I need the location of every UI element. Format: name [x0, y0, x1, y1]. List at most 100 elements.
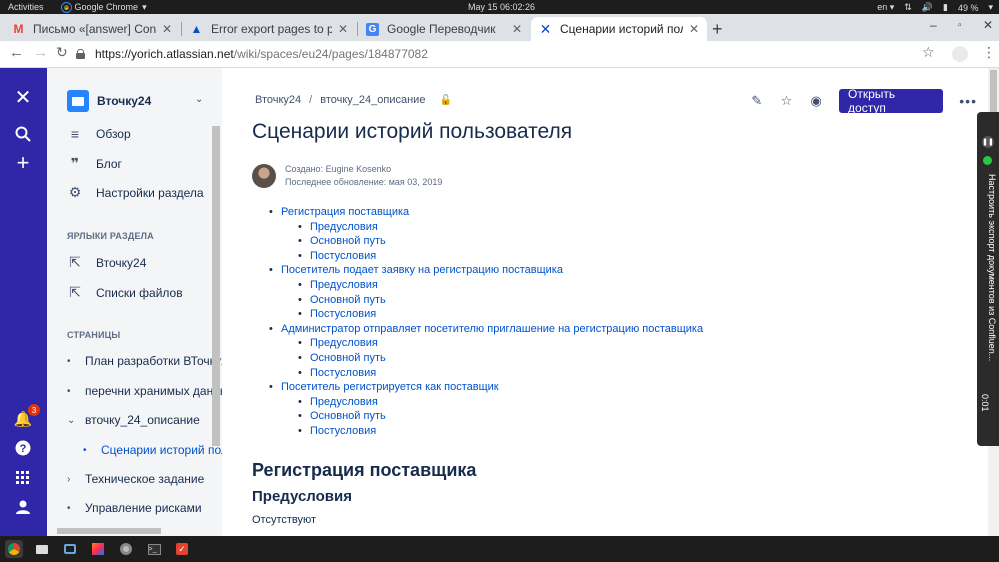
- star-icon[interactable]: ☆: [780, 93, 794, 109]
- sidebar-item-label: Блог: [96, 156, 122, 171]
- recording-indicator: [983, 156, 992, 165]
- toc-link[interactable]: Основной путь: [281, 293, 703, 308]
- breadcrumb-parent[interactable]: вточку_24_описание: [320, 94, 425, 106]
- tab-user-stories[interactable]: ✕ Сценарии историй польз ✕: [531, 17, 707, 41]
- toc-link[interactable]: Основной путь: [281, 234, 703, 249]
- sidebar-item-space-settings[interactable]: ⚙ Настройки раздела: [67, 184, 204, 201]
- bookmark-star-icon[interactable]: ☆: [922, 44, 935, 61]
- watch-eye-icon[interactable]: ◉: [809, 93, 823, 109]
- more-actions-icon[interactable]: •••: [959, 93, 977, 109]
- page-byline: Создано: Eugine Kosenko Последнее обновл…: [252, 163, 442, 189]
- shortcut-vtochku24[interactable]: ⇱ Вточку24: [67, 254, 146, 271]
- help-icon[interactable]: ?: [12, 437, 34, 459]
- close-icon[interactable]: ✕: [689, 22, 699, 36]
- tab-error-export[interactable]: ▲ Error export pages to pdf ✕: [182, 17, 356, 41]
- tab-google-translate[interactable]: G Google Переводчик ✕: [358, 17, 530, 41]
- toc-link[interactable]: Посетитель регистрируется как поставщик: [269, 380, 703, 395]
- toc-link[interactable]: Регистрация поставщика: [269, 205, 703, 220]
- space-sidebar: Вточку24 ⌄ ≡ Обзор ❞ Блог ⚙ Настройки ра…: [47, 68, 222, 536]
- share-button[interactable]: Открыть доступ: [839, 87, 944, 115]
- page-tree-item[interactable]: • Управление рисками: [67, 501, 202, 515]
- keyboard-layout[interactable]: en ▾: [877, 2, 894, 13]
- page-tree-item[interactable]: • План разработки ВТочку24: [67, 354, 222, 368]
- user-profile-icon[interactable]: [12, 496, 34, 518]
- page-tree-item[interactable]: › Техническое задание: [67, 472, 204, 486]
- last-updated[interactable]: Последнее обновление: мая 03, 2019: [285, 176, 442, 189]
- toc-link[interactable]: Постусловия: [281, 424, 703, 439]
- browser-toolbar: ← → ↻ https://yorich.atlassian.net/wiki/…: [0, 41, 999, 68]
- chevron-down-icon[interactable]: ⌄: [195, 94, 203, 105]
- edit-pencil-icon[interactable]: ✎: [750, 93, 764, 109]
- sidebar-item-blog[interactable]: ❞ Блог: [67, 155, 122, 172]
- intellij-icon[interactable]: [89, 540, 107, 558]
- page-tree-label: вточку_24_описание: [85, 413, 200, 427]
- page-tree-item[interactable]: ⌄ вточку_24_описание: [67, 413, 200, 427]
- global-navigation: ✕ + 🔔 3 ?: [0, 68, 47, 536]
- chrome-taskbar-icon[interactable]: [5, 540, 23, 558]
- app-menu[interactable]: Google Chrome ▾: [60, 1, 147, 13]
- close-window-button[interactable]: ✕: [983, 18, 993, 32]
- system-tray[interactable]: en ▾ ⇅ 🔊 ▮ 49 % ▾: [877, 2, 993, 13]
- toc-link[interactable]: Постусловия: [281, 307, 703, 322]
- toc-link[interactable]: Основной путь: [281, 409, 703, 424]
- toc-link[interactable]: Предусловия: [281, 278, 703, 293]
- terminal-icon[interactable]: >_: [145, 540, 163, 558]
- search-icon[interactable]: [12, 123, 34, 145]
- chevron-down-icon[interactable]: ⌄: [67, 415, 85, 426]
- toc-link[interactable]: Предусловия: [281, 336, 703, 351]
- restore-button[interactable]: ▫: [958, 20, 962, 31]
- page-tree-label: Техническое задание: [85, 472, 205, 486]
- forward-button[interactable]: →: [33, 44, 48, 61]
- back-button[interactable]: ←: [9, 44, 24, 61]
- breadcrumb-space[interactable]: Вточку24: [255, 94, 301, 106]
- page-tree-item[interactable]: • перечни хранимых данных: [67, 384, 222, 398]
- shortcut-file-lists[interactable]: ⇱ Списки файлов: [67, 284, 183, 301]
- screenshot-tool-icon[interactable]: [61, 540, 79, 558]
- reload-button[interactable]: ↻: [56, 44, 68, 61]
- activities-button[interactable]: Activities: [8, 2, 44, 12]
- create-icon[interactable]: +: [12, 150, 34, 175]
- toc-link[interactable]: Администратор отправляет посетителю приг…: [269, 322, 703, 337]
- chromium-icon[interactable]: [117, 540, 135, 558]
- page-tree-item-current[interactable]: • Сценарии историй пользователя: [83, 443, 222, 457]
- toc-link[interactable]: Предусловия: [281, 395, 703, 410]
- toc-link[interactable]: Постусловия: [281, 366, 703, 381]
- screen-recorder-widget[interactable]: ❚❚ Настроить экспорт документов из Confl…: [977, 112, 999, 446]
- pause-icon[interactable]: ❚❚: [982, 136, 994, 148]
- lock-icon: [76, 49, 85, 59]
- files-icon[interactable]: [33, 540, 51, 558]
- unlock-icon[interactable]: 🔓: [439, 95, 451, 106]
- sidebar-horizontal-scrollbar[interactable]: [57, 528, 161, 534]
- toc-link[interactable]: Постусловия: [281, 249, 703, 264]
- chevron-right-icon[interactable]: ›: [67, 474, 85, 485]
- toc-link[interactable]: Предусловия: [281, 220, 703, 235]
- sidebar-item-overview[interactable]: ≡ Обзор: [67, 126, 131, 142]
- gear-icon: ⚙: [68, 184, 82, 200]
- address-bar[interactable]: https://yorich.atlassian.net/wiki/spaces…: [76, 43, 946, 65]
- chevron-down-icon: ▾: [142, 1, 147, 12]
- more-menu-icon[interactable]: ⋮: [982, 44, 996, 61]
- close-icon[interactable]: ✕: [338, 22, 348, 36]
- avatar[interactable]: [252, 164, 276, 188]
- battery-icon: ▮: [943, 2, 948, 12]
- svg-text:?: ?: [20, 443, 27, 455]
- sidebar-scrollbar[interactable]: [212, 126, 220, 446]
- page-tree-label: Управление рисками: [85, 501, 202, 515]
- new-tab-button[interactable]: +: [712, 19, 723, 40]
- url-host: https://yorich.atlassian.net: [95, 47, 234, 61]
- app-switcher-icon[interactable]: [12, 467, 34, 489]
- confluence-logo-icon[interactable]: ✕: [12, 86, 34, 109]
- profile-avatar[interactable]: [952, 46, 968, 62]
- app-name: Google Chrome: [74, 2, 139, 12]
- close-icon[interactable]: ✕: [512, 22, 522, 36]
- gmail-icon: M: [13, 22, 24, 36]
- system-clock[interactable]: May 15 06:02:26: [468, 2, 535, 12]
- toc-link[interactable]: Основной путь: [281, 351, 703, 366]
- shortcut-label: Списки файлов: [96, 285, 183, 300]
- tab-gmail[interactable]: M Письмо «[answer] Conflu ✕: [4, 17, 180, 41]
- close-icon[interactable]: ✕: [162, 22, 172, 36]
- todo-app-icon[interactable]: ✓: [173, 540, 191, 558]
- space-header[interactable]: Вточку24: [67, 90, 151, 112]
- minimize-button[interactable]: –: [930, 18, 937, 32]
- toc-link[interactable]: Посетитель подает заявку на регистрацию …: [269, 263, 703, 278]
